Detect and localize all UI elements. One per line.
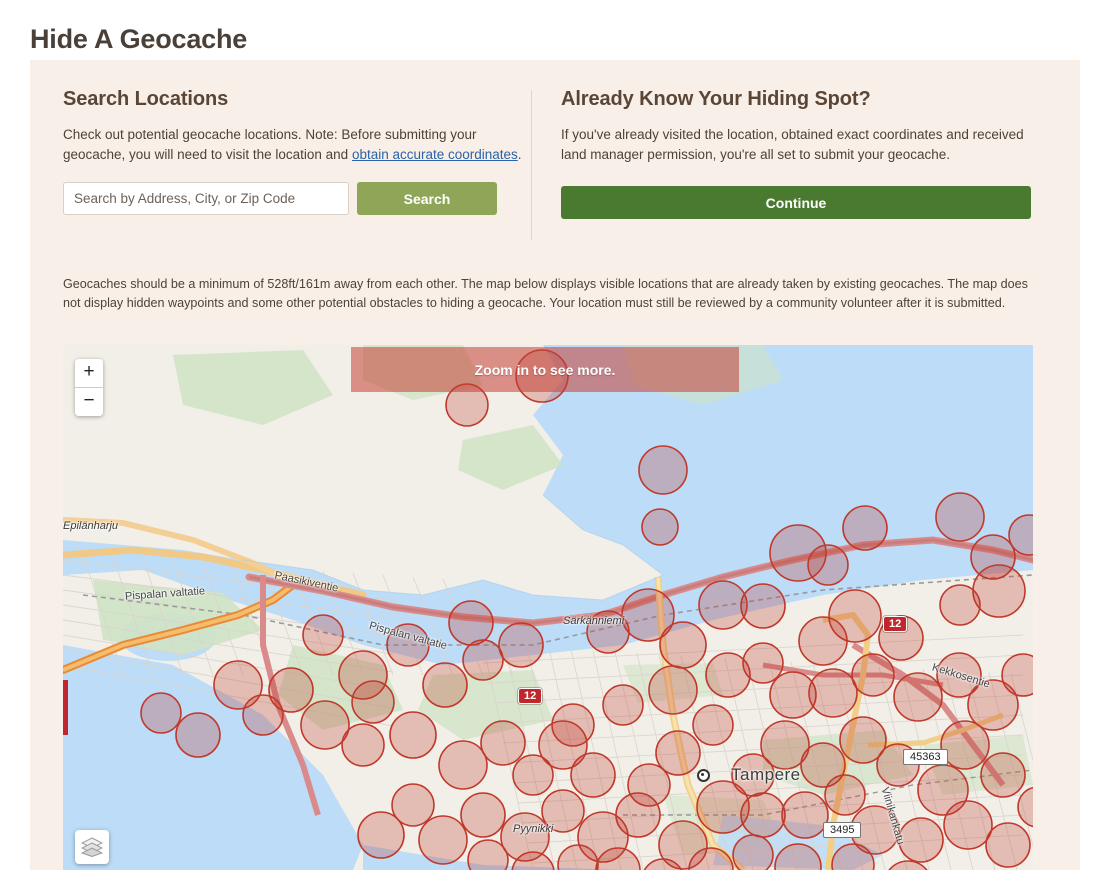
route-number-box: 3495 [823, 822, 862, 838]
search-row: Search [63, 182, 523, 215]
geocache-proximity-circle [648, 665, 698, 715]
geocache-proximity-circle [422, 662, 468, 708]
two-column-section: Search Locations Check out potential geo… [30, 60, 1080, 275]
search-input[interactable] [63, 182, 349, 215]
obtain-accurate-coordinates-link[interactable]: obtain accurate coordinates [352, 147, 518, 162]
hiding-spot-description: If you've already visited the location, … [561, 127, 1024, 162]
geocache-proximity-circle [943, 800, 993, 850]
map-layers-button[interactable] [75, 830, 109, 864]
geocache-proximity-circle [621, 588, 675, 642]
route-number-box: 45363 [903, 749, 948, 765]
geocache-proximity-circle [638, 445, 688, 495]
geocache-proximity-circle [140, 692, 182, 734]
map-note-text: Geocaches should be a minimum of 528ft/1… [63, 277, 1028, 310]
geocache-proximity-circle [627, 763, 671, 807]
zoom-in-button[interactable]: + [75, 359, 103, 387]
geocache-proximity-circle [774, 843, 822, 870]
geocache-proximity-circle [480, 720, 526, 766]
geocache-proximity-circle [213, 660, 263, 710]
zoom-in-banner: Zoom in to see more. [351, 347, 739, 392]
highway-shield: 12 [883, 616, 908, 632]
geocache-proximity-circle [300, 700, 350, 750]
geocache-proximity-circle [357, 811, 405, 859]
geocache-proximity-circle [742, 642, 784, 684]
geocache-proximity-circle [438, 740, 488, 790]
geocache-proximity-circle [418, 815, 468, 865]
geocache-proximity-circle [389, 711, 437, 759]
geocache-proximity-circle [1017, 786, 1033, 828]
map-label: Tampere [731, 765, 801, 784]
zoom-out-button[interactable]: − [75, 387, 103, 416]
search-button[interactable]: Search [357, 182, 497, 215]
search-locations-description: Check out potential geocache locations. … [63, 125, 523, 164]
highway-shield: 12 [518, 688, 543, 704]
geocache-proximity-circle [842, 505, 888, 551]
geocache-proximity-circle [302, 614, 344, 656]
continue-button[interactable]: Continue [561, 186, 1031, 219]
geocache-proximity-circle [851, 653, 895, 697]
geocache-proximity-circle [893, 672, 943, 722]
geocache-proximity-circle [985, 822, 1031, 868]
search-locations-column: Search Locations Check out potential geo… [63, 88, 523, 215]
city-marker-icon [697, 769, 710, 782]
geocache-proximity-circle [448, 600, 494, 646]
map-label: Epilänharju [63, 520, 119, 532]
geocache-proximity-circle [498, 622, 544, 668]
geocache-proximity-circle [939, 584, 981, 626]
geocache-proximity-circle [732, 834, 774, 870]
geocache-proximity-circle [696, 780, 750, 834]
geocache-proximity-circle [551, 703, 595, 747]
map-label: Särkänniemi [563, 615, 625, 627]
map-label: Pyynikki [513, 823, 554, 835]
geocache-proximity-circle [808, 668, 858, 718]
geocache-proximity-circle [824, 774, 866, 816]
geocache-proximity-circle [351, 680, 395, 724]
geocache-proximity-circle [940, 720, 990, 770]
zoom-controls[interactable]: + − [75, 359, 103, 416]
geocache-proximity-circle [781, 791, 829, 839]
page-title: Hide A Geocache [30, 24, 248, 55]
layers-icon [81, 837, 103, 857]
geocache-proximity-circle [807, 544, 849, 586]
geocache-proximity-circle [839, 716, 887, 764]
geocache-proximity-circle [935, 492, 985, 542]
geocache-proximity-circle [462, 639, 504, 681]
column-divider [531, 90, 532, 240]
hiding-spot-column: Already Know Your Hiding Spot? If you've… [561, 88, 1031, 219]
geocache-proximity-circle [602, 684, 644, 726]
search-locations-heading: Search Locations [63, 88, 229, 110]
geocache-proximity-circle [980, 752, 1026, 798]
geocache-proximity-circle [570, 752, 616, 798]
search-description-part2: . [517, 146, 522, 162]
geocache-proximity-circle [798, 616, 848, 666]
geocache-proximity-circle [698, 580, 748, 630]
hide-geocache-panel: Search Locations Check out potential geo… [30, 60, 1080, 870]
geocache-proximity-circle [972, 564, 1026, 618]
geocache-map[interactable]: Epilänharju Pispalan valtatie Paasikiventi… [63, 345, 1033, 870]
geocache-proximity-circle [460, 792, 506, 838]
geocache-proximity-circle [175, 712, 221, 758]
hiding-spot-heading: Already Know Your Hiding Spot? [561, 88, 871, 110]
geocache-proximity-circle [740, 792, 786, 838]
geocache-proximity-circle [692, 704, 734, 746]
geocache-proximity-circle [641, 508, 679, 546]
